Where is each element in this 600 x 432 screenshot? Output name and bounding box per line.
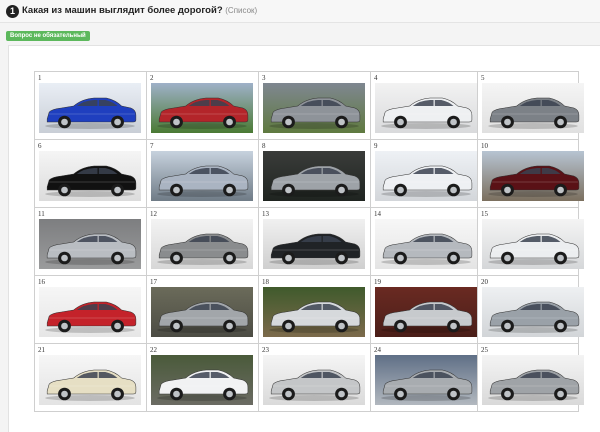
- car-photo[interactable]: [39, 151, 141, 201]
- car-grid-row: 16 17 18 19 20: [34, 275, 584, 344]
- car-option[interactable]: 18: [258, 275, 371, 344]
- car-option-number: 13: [262, 210, 269, 218]
- car-option[interactable]: 13: [258, 207, 371, 276]
- car-photo[interactable]: [39, 287, 141, 337]
- car-grid-row: 21 22 23 24 25: [34, 343, 584, 412]
- question-title: Какая из машин выглядит более дорогой? (…: [22, 5, 257, 16]
- car-option[interactable]: 7: [146, 139, 259, 208]
- car-photo[interactable]: [151, 219, 253, 269]
- car-option[interactable]: 24: [370, 343, 478, 412]
- car-option[interactable]: 15: [477, 207, 584, 276]
- car-photo[interactable]: [375, 287, 477, 337]
- car-option-number: 1: [38, 74, 42, 82]
- car-option-number: 22: [150, 346, 157, 354]
- car-option[interactable]: 2: [146, 71, 259, 140]
- car-option[interactable]: 9: [370, 139, 478, 208]
- car-option-number: 12: [150, 210, 157, 218]
- car-option-number: 20: [481, 278, 488, 286]
- car-option-number: 18: [262, 278, 269, 286]
- car-photo[interactable]: [482, 219, 584, 269]
- car-grid-row: 1 2 3 4 5: [34, 71, 584, 140]
- car-photo[interactable]: [263, 151, 365, 201]
- car-option[interactable]: 12: [146, 207, 259, 276]
- car-option[interactable]: 1: [34, 71, 147, 140]
- car-option[interactable]: 11: [34, 207, 147, 276]
- car-photo[interactable]: [263, 219, 365, 269]
- car-option-number: 14: [374, 210, 381, 218]
- car-photo[interactable]: [482, 83, 584, 133]
- question-number-badge: 1: [6, 5, 19, 18]
- optional-question-badge: Вопрос не обязательный: [6, 31, 90, 41]
- car-photo[interactable]: [151, 355, 253, 405]
- question-header: 1 Какая из машин выглядит более дорогой?…: [0, 0, 600, 23]
- car-option-number: 16: [38, 278, 45, 286]
- car-option-number: 15: [481, 210, 488, 218]
- car-option-number: 8: [262, 142, 266, 150]
- car-photo[interactable]: [151, 287, 253, 337]
- car-photo[interactable]: [151, 83, 253, 133]
- car-option-number: 25: [481, 346, 488, 354]
- car-photo[interactable]: [263, 355, 365, 405]
- car-photo[interactable]: [482, 287, 584, 337]
- car-option[interactable]: 25: [477, 343, 584, 412]
- car-photo[interactable]: [375, 219, 477, 269]
- car-photo[interactable]: [375, 151, 477, 201]
- car-option[interactable]: 14: [370, 207, 478, 276]
- car-photo[interactable]: [263, 287, 365, 337]
- question-title-text: Какая из машин выглядит более дорогой?: [22, 5, 223, 16]
- car-option-number: 7: [150, 142, 154, 150]
- car-option[interactable]: 20: [477, 275, 584, 344]
- car-option-number: 4: [374, 74, 378, 82]
- car-photo[interactable]: [482, 151, 584, 201]
- car-option-number: 11: [38, 210, 45, 218]
- car-photo[interactable]: [263, 83, 365, 133]
- car-photo[interactable]: [375, 355, 477, 405]
- car-option-number: 6: [38, 142, 42, 150]
- car-photo[interactable]: [151, 151, 253, 201]
- car-grid-body: 1 2 3 4 5 6 7 8 9 10 11 12 13 14 15 16 17 18 19 20 21 22 23 24 2…: [34, 71, 584, 412]
- car-photo[interactable]: [39, 355, 141, 405]
- car-option-number: 19: [374, 278, 381, 286]
- car-photo[interactable]: [482, 355, 584, 405]
- question-type: (Список): [225, 6, 258, 15]
- car-option-number: 3: [262, 74, 266, 82]
- car-grid: 1 2 3 4 5 6 7 8 9 10 11 12 13 14 15 16 17 18 19 20 21 22 23 24 2…: [34, 71, 584, 412]
- car-option[interactable]: 10: [477, 139, 584, 208]
- car-option[interactable]: 23: [258, 343, 371, 412]
- car-option-number: 9: [374, 142, 378, 150]
- question-panel: 1 2 3 4 5 6 7 8 9 10 11 12 13 14 15 16 17 18 19 20 21 22 23 24 2…: [8, 45, 600, 432]
- car-option[interactable]: 5: [477, 71, 584, 140]
- car-photo[interactable]: [39, 219, 141, 269]
- car-option[interactable]: 16: [34, 275, 147, 344]
- car-option-number: 24: [374, 346, 381, 354]
- car-photo[interactable]: [375, 83, 477, 133]
- car-option[interactable]: 17: [146, 275, 259, 344]
- car-option-number: 17: [150, 278, 157, 286]
- car-option-number: 21: [38, 346, 45, 354]
- car-option[interactable]: 19: [370, 275, 478, 344]
- car-option-number: 10: [481, 142, 488, 150]
- car-option-number: 5: [481, 74, 485, 82]
- car-option-number: 23: [262, 346, 269, 354]
- car-grid-row: 6 7 8 9 10: [34, 139, 584, 208]
- car-option[interactable]: 21: [34, 343, 147, 412]
- car-option[interactable]: 22: [146, 343, 259, 412]
- car-photo[interactable]: [39, 83, 141, 133]
- car-option[interactable]: 3: [258, 71, 371, 140]
- car-grid-row: 11 12 13 14 15: [34, 207, 584, 276]
- car-option[interactable]: 6: [34, 139, 147, 208]
- car-option[interactable]: 4: [370, 71, 478, 140]
- car-option-number: 2: [150, 74, 154, 82]
- car-option[interactable]: 8: [258, 139, 371, 208]
